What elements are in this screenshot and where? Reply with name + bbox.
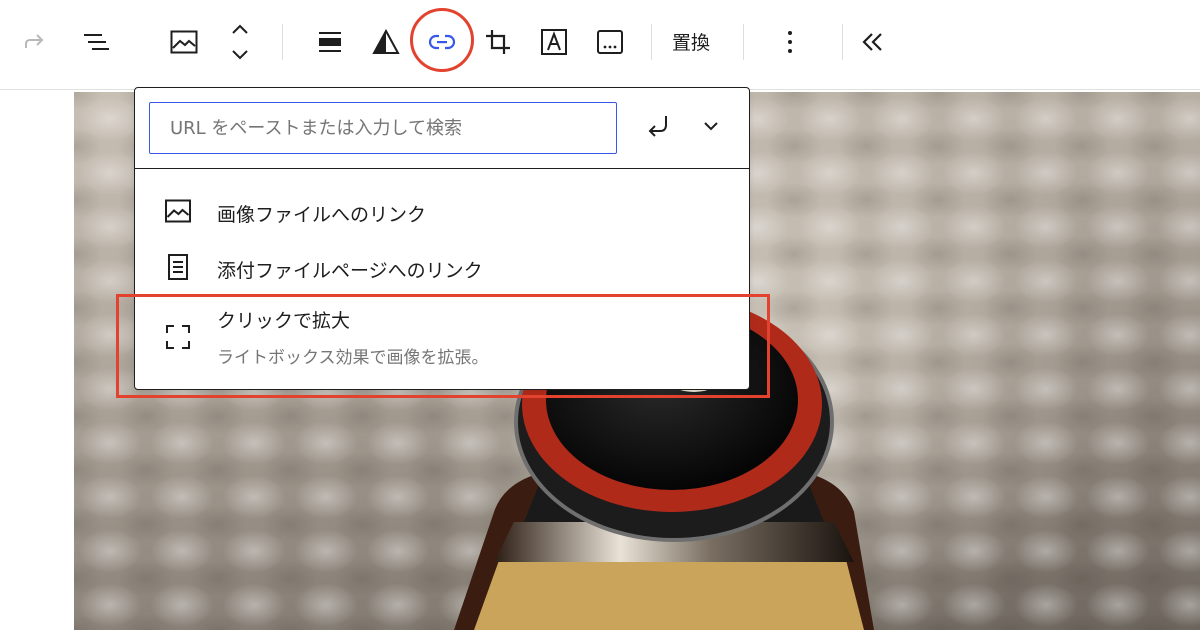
url-input-wrapper <box>149 102 617 154</box>
align-button[interactable] <box>310 22 350 62</box>
link-icon <box>427 27 457 57</box>
option-label: クリックで拡大 <box>217 310 351 332</box>
link-options-toggle[interactable] <box>691 108 731 148</box>
list-view-button[interactable] <box>76 22 116 62</box>
page-icon <box>161 250 195 284</box>
link-settings-popover: 画像ファイルへのリンク 添付ファイルページへのリンク クリックで拡大 ライトボッ… <box>134 87 750 390</box>
block-toolbar: 置換 <box>0 0 1200 90</box>
link-button[interactable] <box>422 22 462 62</box>
caption-icon <box>596 28 624 56</box>
option-label: 添付ファイルページへのリンク <box>217 260 483 282</box>
list-view-icon <box>81 27 111 57</box>
toolbar-divider <box>842 24 843 60</box>
more-options-icon <box>785 28 795 56</box>
option-label: 画像ファイルへのリンク <box>217 204 427 226</box>
duotone-button[interactable] <box>366 22 406 62</box>
redo-icon <box>20 28 48 56</box>
chevron-down-icon <box>700 115 722 141</box>
caption-button[interactable] <box>590 22 630 62</box>
duotone-icon <box>372 28 400 56</box>
redo-button[interactable] <box>14 22 54 62</box>
fullscreen-icon <box>161 320 195 354</box>
option-description: ライトボックス効果で画像を拡張。 <box>217 348 489 368</box>
move-up-down-icon <box>228 22 252 62</box>
move-block-button[interactable] <box>220 22 260 62</box>
link-to-image-file-option[interactable]: 画像ファイルへのリンク <box>155 190 735 234</box>
toolbar-divider <box>651 24 652 60</box>
text-overlay-icon <box>540 28 568 56</box>
image-icon <box>169 27 199 57</box>
align-icon <box>316 28 344 56</box>
submit-link-button[interactable] <box>639 108 679 148</box>
options-button[interactable] <box>770 22 810 62</box>
toolbar-divider <box>743 24 744 60</box>
crop-button[interactable] <box>478 22 518 62</box>
collapse-toolbar-icon <box>859 28 887 56</box>
replace-button[interactable]: 置換 <box>672 27 710 59</box>
text-overlay-button[interactable] <box>534 22 574 62</box>
block-type-button[interactable] <box>164 22 204 62</box>
popover-divider <box>135 168 749 169</box>
toolbar-divider <box>282 24 283 60</box>
url-search-input[interactable] <box>150 103 616 153</box>
image-icon <box>161 194 195 228</box>
crop-icon <box>484 28 512 56</box>
enter-icon <box>644 111 674 145</box>
collapse-toolbar-button[interactable] <box>853 22 893 62</box>
enlarge-on-click-option[interactable]: クリックで拡大 ライトボックス効果で画像を拡張。 <box>155 300 735 376</box>
link-to-attachment-page-option[interactable]: 添付ファイルページへのリンク <box>155 246 735 290</box>
